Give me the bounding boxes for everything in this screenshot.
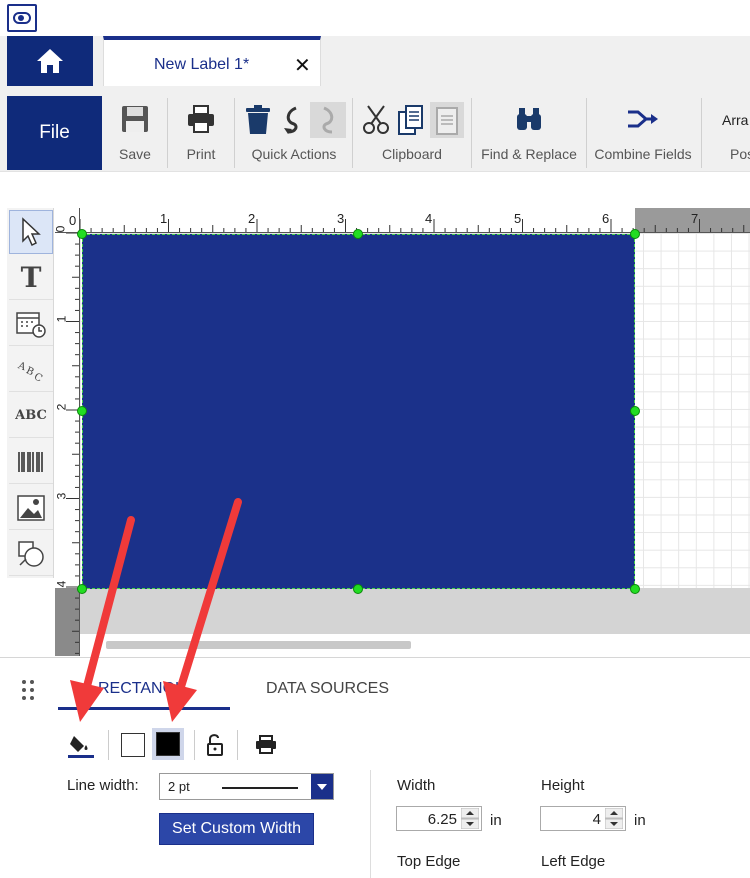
annotation-arrow-icon <box>163 498 242 722</box>
app-window: New Label 1* ✕ File Save Print Quick Act… <box>0 0 750 878</box>
annotation-arrow-icon <box>70 516 135 722</box>
annotation-arrows <box>70 498 242 722</box>
